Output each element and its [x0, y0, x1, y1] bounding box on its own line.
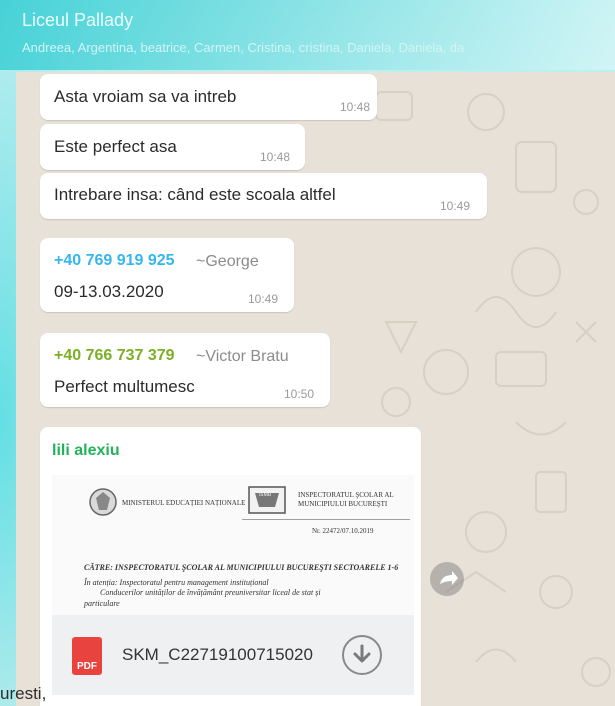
- document-preview[interactable]: MINISTERUL EDUCAȚIEI NAȚIONALE ISMB INSP…: [52, 475, 414, 615]
- sender-name[interactable]: lili alexiu: [52, 442, 120, 460]
- message-text: 09-13.03.2020: [54, 282, 164, 301]
- file-attachment-bar[interactable]: PDF SKM_C22719100715020: [52, 615, 414, 695]
- message-bubble[interactable]: Intrebare insa: când este scoala altfel …: [40, 173, 487, 219]
- sender-phone[interactable]: +40 769 919 925: [54, 252, 175, 270]
- message-time: 10:48: [340, 100, 371, 114]
- underlying-text-fragment: uresti,: [0, 684, 47, 703]
- message-time: 10:49: [440, 199, 471, 213]
- message-bubble[interactable]: +40 769 919 925 ~George 09-13.03.2020 10…: [40, 238, 294, 312]
- ministry-name: MINISTERUL EDUCAȚIEI NAȚIONALE: [122, 499, 246, 507]
- chat-header[interactable]: Liceul Pallady Andreea, Argentina, beatr…: [0, 0, 615, 70]
- sender-alias: ~George: [196, 253, 259, 270]
- group-members-list[interactable]: Andreea, Argentina, beatrice, Carmen, Cr…: [22, 40, 615, 55]
- group-name[interactable]: Liceul Pallady: [22, 10, 133, 31]
- isj-logo: [248, 486, 286, 514]
- forward-icon: [440, 571, 458, 585]
- isj-logo-text: ISMB: [259, 493, 272, 498]
- registration-number: Nr. 22472/07.10.2019: [312, 527, 374, 535]
- message-bubble[interactable]: Asta vroiam sa va intreb 10:48: [40, 74, 377, 120]
- inspectorate-name: INSPECTORATUL ŞCOLAR AL MUNICIPIULUI BUC…: [298, 491, 394, 508]
- document-directors-line: Conducerilor unităților de învățământ pr…: [100, 588, 321, 597]
- message-time: 10:49: [248, 292, 279, 306]
- sender-phone[interactable]: +40 766 737 379: [54, 347, 175, 365]
- message-bubble[interactable]: +40 766 737 379 ~Victor Bratu Perfect mu…: [40, 333, 330, 407]
- message-time: 10:48: [260, 150, 291, 164]
- pdf-file-icon: PDF: [72, 637, 102, 675]
- message-text: Este perfect asa: [54, 137, 177, 156]
- header-rule: [242, 519, 410, 520]
- download-button[interactable]: [342, 635, 382, 675]
- chat-pane[interactable]: Asta vroiam sa va intreb 10:48 Este perf…: [16, 72, 615, 706]
- message-text: Intrebare insa: când este scoala altfel: [54, 185, 336, 204]
- file-name[interactable]: SKM_C22719100715020: [122, 645, 313, 665]
- sender-alias: ~Victor Bratu: [196, 348, 289, 365]
- download-icon: [353, 644, 371, 663]
- file-type-label: PDF: [77, 661, 97, 672]
- message-time: 10:50: [284, 387, 315, 401]
- forward-button[interactable]: [430, 562, 464, 596]
- message-text: Asta vroiam sa va intreb: [54, 87, 237, 106]
- message-text: Perfect multumesc: [54, 377, 195, 396]
- ministry-crest-icon: [89, 488, 117, 516]
- document-message-bubble[interactable]: lili alexiu MINISTERUL EDUCAȚIEI NAȚIONA…: [40, 427, 421, 706]
- document-attention-line: În atenția: Inspectoratul pentru managem…: [84, 578, 269, 587]
- message-bubble[interactable]: Este perfect asa 10:48: [40, 124, 305, 170]
- document-private-line: particulare: [84, 599, 120, 608]
- document-recipient-line: CĂTRE: INSPECTORATUL ŞCOLAR AL MUNICIPIU…: [84, 563, 399, 572]
